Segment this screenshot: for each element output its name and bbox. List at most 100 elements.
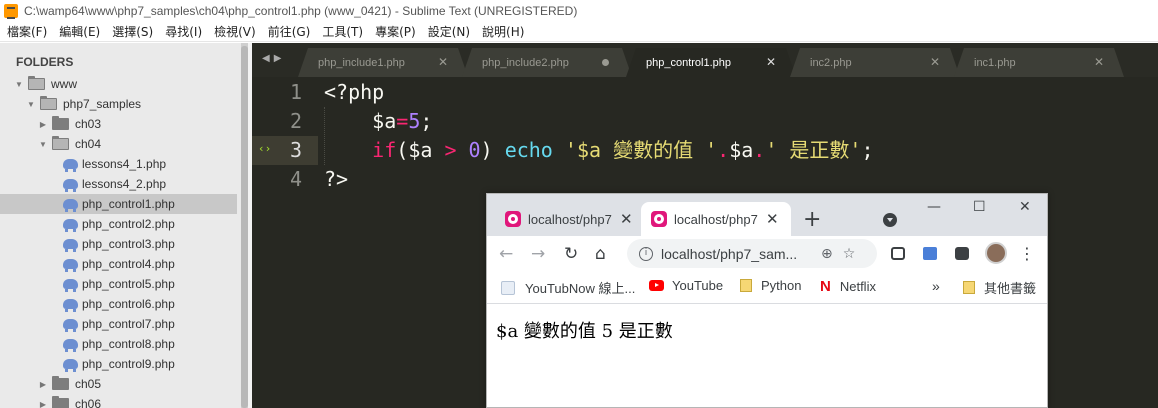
line-number: 2 [289,109,302,133]
php-close-tag: ?> [324,167,349,191]
site-info-icon[interactable]: i [639,246,653,261]
close-window-icon[interactable]: ✕ [1019,199,1031,215]
url-text[interactable]: localhost/php7_sam... [661,246,811,262]
folder-open-icon [40,96,57,110]
tree-file[interactable]: php_control4.php [0,254,237,274]
tab-nav-arrows[interactable]: ◀▶ [262,53,285,64]
menu-edit[interactable]: 編輯(E) [52,23,105,40]
address-bar[interactable]: i localhost/php7_sam... ⊕ ☆ [627,239,877,268]
bookmark-youtubnow[interactable]: YouTubNow 線上... [501,278,635,297]
sidebar-scrollbar-thumb[interactable] [241,46,248,408]
tree-item-label: php_control1.php [82,197,175,211]
bookmark-star-icon[interactable]: ☆ [843,246,856,262]
menu-project[interactable]: 專案(P) [368,23,421,40]
tree-file[interactable]: php_control3.php [0,234,237,254]
home-icon[interactable]: ⌂ [595,244,606,264]
close-icon[interactable]: ✕ [766,55,776,69]
php-file-icon [63,319,78,332]
chevron-right-icon[interactable]: ▶ [38,400,48,408]
youtube-icon [649,280,664,291]
tree-file[interactable]: php_control7.php [0,314,237,334]
chevron-right-icon[interactable]: ▶ [38,380,48,389]
zoom-icon[interactable]: ⊕ [821,246,833,262]
menu-goto[interactable]: 前往(G) [261,23,316,40]
tree-file[interactable]: lessons4_1.php [0,154,237,174]
tree-folder-ch03[interactable]: ▶ ch03 [0,114,237,134]
bookmark-other[interactable]: 其他書籤 [963,278,1036,297]
menu-tools[interactable]: 工具(T) [315,23,368,40]
tree-file[interactable]: php_control6.php [0,294,237,314]
tree-file[interactable]: php_control9.php [0,354,237,374]
avatar[interactable] [985,242,1007,264]
code-line-2[interactable]: $a=5; [324,107,432,136]
chrome-tab-1[interactable]: localhost/php7 ✕ [495,202,639,236]
code-token: . [717,138,730,162]
more-menu-icon[interactable]: ⋮ [1019,244,1035,263]
tree-file-selected[interactable]: php_control1.php [0,194,237,214]
tree-item-label: php_control5.php [82,277,175,291]
reload-icon[interactable]: ↻ [564,244,578,264]
chevron-down-icon[interactable]: ▼ [26,100,36,109]
tab-php-control1[interactable]: php_control1.php ✕ [626,48,796,77]
tab-inc2[interactable]: inc2.php ✕ [790,48,960,77]
tree-file[interactable]: php_control2.php [0,214,237,234]
menu-help[interactable]: 說明(H) [475,23,529,40]
extensions-puzzle-icon[interactable] [955,247,969,260]
youtubnow-favicon-icon [501,280,515,295]
code-line-1[interactable]: <?php [324,78,384,107]
forward-arrow-icon[interactable]: → [531,244,545,264]
code-line-3[interactable]: if($a > 0) echo '$a 變數的值 '.$a.' 是正數'; [324,136,873,165]
menu-preferences[interactable]: 設定(N) [421,23,475,40]
extension-translate-icon[interactable] [923,247,937,260]
tree-item-label: lessons4_2.php [82,177,167,191]
bookmarks-overflow-icon[interactable]: » [932,278,940,294]
menu-find[interactable]: 尋找(I) [158,23,207,40]
wampserver-favicon-icon [651,211,667,227]
folder-icon [52,396,69,408]
code-token: > [444,138,457,162]
maximize-icon[interactable]: ☐ [973,199,986,215]
tree-file[interactable]: lessons4_2.php [0,174,237,194]
chevron-right-icon[interactable]: ▶ [38,120,48,129]
chrome-tab-2-active[interactable]: localhost/php7 ✕ [641,202,791,236]
close-icon[interactable]: ✕ [1094,55,1104,69]
tree-folder-www[interactable]: ▼ www [0,74,237,94]
code-token: . [753,138,766,162]
menu-file[interactable]: 檔案(F) [0,23,52,40]
minimize-icon[interactable]: — [927,199,941,215]
tab-php-include1[interactable]: php_include1.php ✕ [298,48,468,77]
tree-folder-ch06[interactable]: ▶ ch06 [0,394,237,408]
back-arrow-icon[interactable]: ← [499,244,513,264]
tree-file[interactable]: php_control8.php [0,334,237,354]
chevron-down-icon[interactable]: ▼ [14,80,24,89]
tree-item-label: php_control4.php [82,257,175,271]
bookmark-youtube[interactable]: YouTube [649,278,723,293]
unsaved-dot-icon[interactable] [602,59,609,66]
tab-search-icon[interactable] [883,213,897,227]
code-token: '$a 變數的值 ' [564,138,718,162]
menu-view[interactable]: 檢視(V) [207,23,261,40]
new-tab-plus-icon[interactable]: + [803,207,821,232]
menu-bar: 檔案(F) 編輯(E) 選擇(S) 尋找(I) 檢視(V) 前往(G) 工具(T… [0,22,1158,42]
tab-php-include2[interactable]: php_include2.php [462,48,632,77]
tree-folder-ch04[interactable]: ▼ ch04 [0,134,237,154]
window-title: C:\wamp64\www\php7_samples\ch04\php_cont… [24,4,578,18]
menu-selection[interactable]: 選擇(S) [105,23,158,40]
extension-media-icon[interactable] [891,247,905,260]
chevron-down-icon[interactable]: ▼ [38,140,48,149]
tab-inc1[interactable]: inc1.php ✕ [954,48,1124,77]
close-icon[interactable]: ✕ [766,210,779,228]
code-token: 0 [468,138,481,162]
tree-folder-ch05[interactable]: ▶ ch05 [0,374,237,394]
tree-file[interactable]: php_control5.php [0,274,237,294]
tree-folder-php7-samples[interactable]: ▼ php7_samples [0,94,237,114]
close-icon[interactable]: ✕ [438,55,448,69]
bookmark-python[interactable]: Python [740,278,801,293]
code-token: ' 是正數' [765,138,862,162]
close-icon[interactable]: ✕ [930,55,940,69]
code-line-4[interactable]: ?> [324,165,348,194]
close-icon[interactable]: ✕ [620,210,633,228]
bookmark-netflix[interactable]: N Netflix [820,278,876,295]
tab-label: inc1.php [974,56,1016,69]
bookmark-label: YouTubNow 線上... [525,281,636,296]
